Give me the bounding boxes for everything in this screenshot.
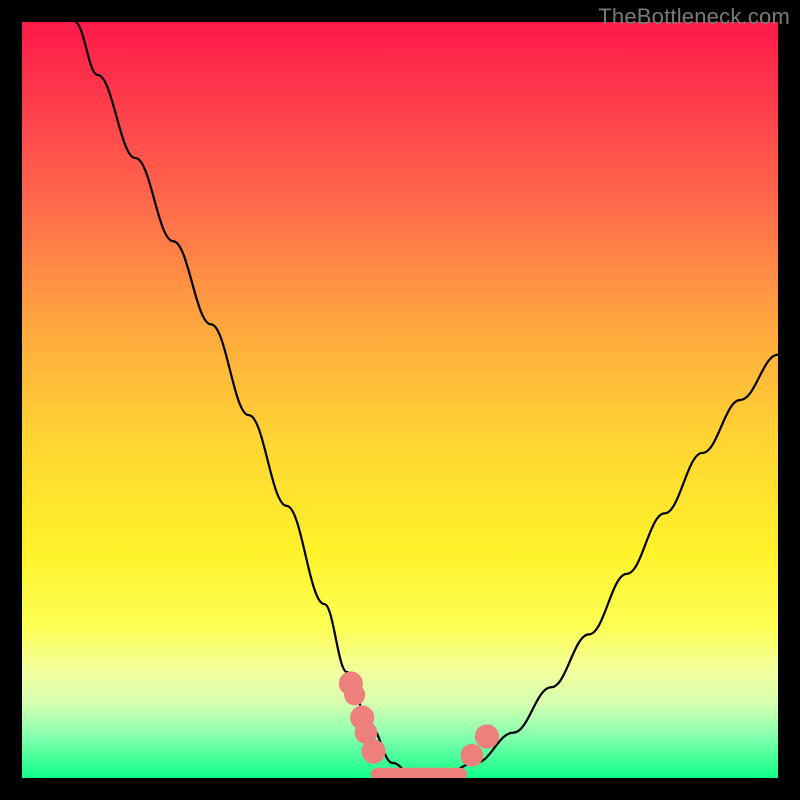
curve-beads [339,671,499,766]
bottleneck-curve [75,22,778,778]
bead [460,744,483,767]
bead [344,684,365,705]
bottleneck-plot [22,22,778,778]
chart-area [22,22,778,778]
watermark-text: TheBottleneck.com [598,4,790,30]
bead [361,739,385,763]
bead [475,724,499,748]
